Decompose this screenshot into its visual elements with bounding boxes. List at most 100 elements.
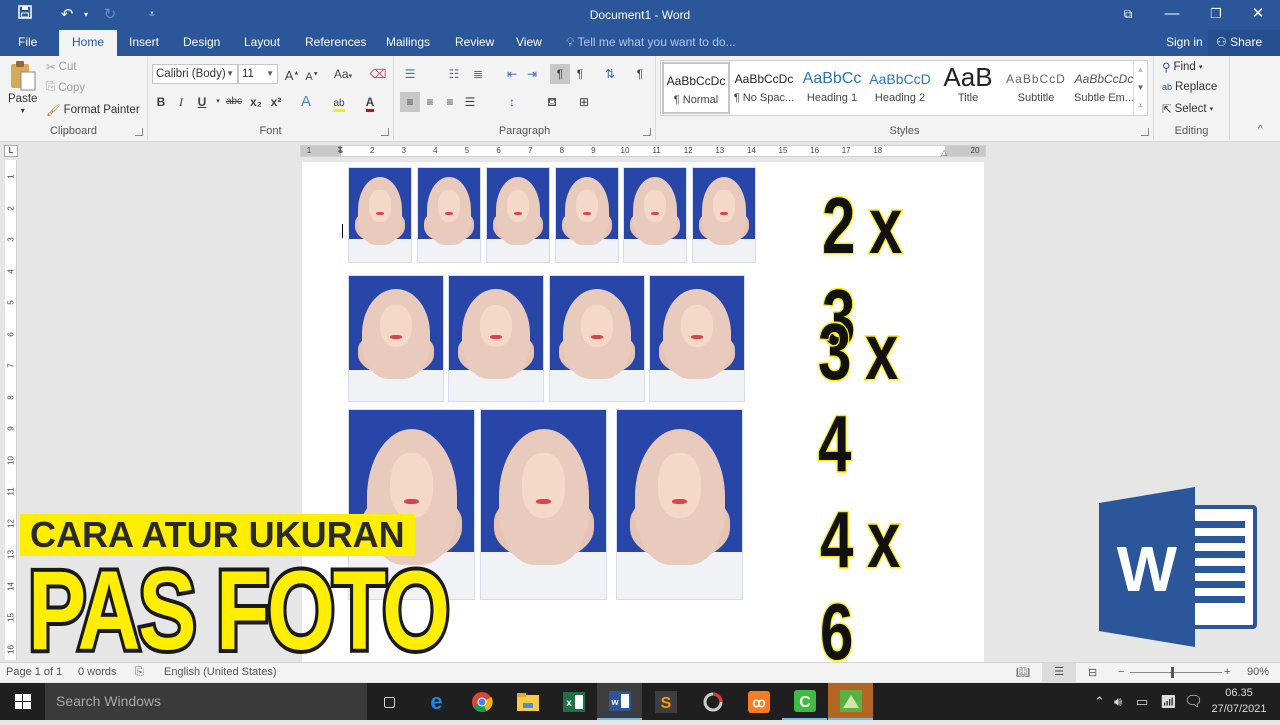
align-right-button[interactable]: ≡: [440, 92, 460, 112]
style-subtitle[interactable]: AaBbCcD Subtitle: [1002, 62, 1070, 114]
start-button[interactable]: [0, 683, 45, 720]
passport-photo[interactable]: [448, 275, 544, 402]
web-layout-icon[interactable]: ⊟: [1088, 666, 1097, 679]
style-heading-2[interactable]: AaBbCcD Heading 2: [866, 62, 934, 114]
shrink-font-button[interactable]: A▼: [302, 64, 322, 84]
davinci-resolve-button[interactable]: [690, 683, 735, 720]
page-count[interactable]: Page 1 of 1: [6, 666, 62, 678]
tab-selector[interactable]: L: [4, 145, 18, 157]
sign-in-link[interactable]: Sign in: [1166, 30, 1203, 54]
tab-insert[interactable]: Insert: [121, 30, 167, 56]
wifi-icon[interactable]: 📶︎: [1160, 683, 1177, 720]
zoom-slider[interactable]: [1130, 672, 1222, 673]
chevron-up-icon[interactable]: ▲: [1134, 61, 1147, 79]
restore-button[interactable]: ❐: [1194, 0, 1238, 30]
grow-font-button[interactable]: A▲: [282, 64, 302, 84]
style-title[interactable]: AaB Title: [934, 62, 1002, 114]
find-button[interactable]: ⚲ Find ▾: [1162, 60, 1202, 74]
vertical-ruler[interactable]: 1 2 3 4 5 6 7 8 9 10 11 12 13 14 15 16: [5, 160, 17, 660]
battery-icon[interactable]: ▭: [1136, 683, 1148, 720]
line-spacing-button[interactable]: ↕: [502, 92, 522, 112]
justify-button[interactable]: ☰: [460, 92, 480, 112]
coreldraw-button[interactable]: [828, 683, 873, 720]
bullets-button[interactable]: ☰: [400, 64, 420, 84]
passport-photo[interactable]: [549, 275, 645, 402]
rtl-button[interactable]: ¶: [570, 64, 590, 84]
passport-photo[interactable]: [623, 167, 687, 263]
tab-view[interactable]: View: [508, 30, 550, 56]
indent-marker-icon[interactable]: ⧗: [337, 144, 343, 155]
zoom-level[interactable]: 90%: [1247, 666, 1269, 678]
replace-button[interactable]: ab Replace: [1162, 81, 1217, 93]
font-color-button[interactable]: A: [360, 92, 380, 112]
clock[interactable]: 06.35 27/07/2021: [1206, 685, 1272, 717]
subscript-button[interactable]: x₂: [246, 92, 266, 112]
task-view-button[interactable]: ▢: [367, 683, 412, 720]
align-left-button[interactable]: ≡: [400, 92, 420, 112]
search-box[interactable]: Search Windows: [45, 683, 367, 720]
strikethrough-button[interactable]: abc: [224, 92, 244, 112]
borders-button[interactable]: ⊞: [574, 92, 594, 112]
style-subtle-emphasis[interactable]: AaBbCcDc Subtle Em...: [1070, 62, 1138, 114]
passport-photo[interactable]: [348, 167, 412, 263]
word-count[interactable]: 0 words: [78, 666, 117, 678]
action-center-icon[interactable]: 🗨︎: [1184, 683, 1203, 720]
paragraph-launcher-icon[interactable]: [643, 128, 651, 136]
tab-design[interactable]: Design: [175, 30, 228, 56]
close-button[interactable]: ✕: [1236, 0, 1280, 30]
bold-button[interactable]: B: [151, 92, 171, 112]
sort-button[interactable]: ⇅: [600, 64, 620, 84]
highlight-button[interactable]: ab: [329, 92, 349, 112]
superscript-button[interactable]: x²: [266, 92, 286, 112]
tab-file[interactable]: File: [10, 30, 45, 56]
file-explorer-button[interactable]: [505, 683, 550, 720]
ltr-button[interactable]: ¶: [550, 64, 570, 84]
zoom-slider-thumb[interactable]: [1170, 667, 1174, 678]
style-normal[interactable]: AaBbCcDc ¶ Normal: [662, 62, 730, 114]
styles-gallery-scroll[interactable]: ▲ ▼ ⩡: [1133, 61, 1147, 115]
language-indicator[interactable]: English (United States): [164, 666, 277, 678]
passport-photo[interactable]: [555, 167, 619, 263]
camtasia-button[interactable]: C: [782, 683, 827, 720]
volume-icon[interactable]: 🔊︎: [1114, 683, 1122, 720]
paste-button[interactable]: Paste ▾: [8, 60, 37, 115]
styles-launcher-icon[interactable]: [1141, 128, 1149, 136]
zoom-in-button[interactable]: +: [1224, 666, 1230, 678]
share-button[interactable]: ⚇ Share: [1208, 30, 1280, 56]
excel-button[interactable]: x: [551, 683, 596, 720]
passport-photo[interactable]: [692, 167, 756, 263]
tab-home[interactable]: Home: [59, 30, 118, 56]
font-name-combo[interactable]: Calibri (Body) ▼: [152, 64, 238, 84]
passport-photo[interactable]: [480, 409, 607, 600]
italic-button[interactable]: I: [171, 92, 191, 112]
format-painter-button[interactable]: 🖌︎ Format Painter: [46, 103, 140, 117]
decrease-indent-button[interactable]: ⇤: [502, 64, 522, 84]
word-button[interactable]: w: [597, 683, 642, 720]
minimize-button[interactable]: —: [1150, 0, 1194, 30]
horizontal-ruler[interactable]: 1 1 2 3 4 5 6 7 8 9 10 11 12 13 14 15 16 17 18 20 ⧗ △: [300, 144, 986, 157]
passport-photo[interactable]: [649, 275, 745, 402]
collapse-ribbon-icon[interactable]: ^: [1258, 124, 1263, 135]
select-button[interactable]: ⇱ Select ▾: [1162, 102, 1213, 116]
tab-mailings[interactable]: Mailings: [378, 30, 438, 56]
chrome-button[interactable]: [459, 683, 504, 720]
passport-photo[interactable]: [417, 167, 481, 263]
tell-me-box[interactable]: 💡︎ Tell me what you want to do...: [566, 30, 736, 54]
xampp-button[interactable]: ꝏ: [736, 683, 781, 720]
zoom-out-button[interactable]: −: [1118, 666, 1124, 678]
cut-button[interactable]: ✂ Cut: [46, 60, 77, 74]
copy-button[interactable]: ⎘ Copy: [46, 81, 85, 94]
numbering-button[interactable]: ☷: [444, 64, 464, 84]
style-heading-1[interactable]: AaBbCc Heading 1: [798, 62, 866, 114]
right-indent-marker-icon[interactable]: △: [941, 148, 947, 157]
shading-button[interactable]: ⛾: [542, 92, 562, 112]
font-size-combo[interactable]: 11 ▼: [238, 64, 278, 84]
tab-layout[interactable]: Layout: [236, 30, 288, 56]
multilevel-list-button[interactable]: ≣: [468, 64, 488, 84]
clear-formatting-button[interactable]: ⌫: [368, 64, 388, 84]
change-case-button[interactable]: Aa▾: [328, 64, 358, 84]
font-launcher-icon[interactable]: [381, 128, 389, 136]
sublime-text-button[interactable]: S: [643, 683, 688, 720]
more-styles-icon[interactable]: ⩡: [1134, 97, 1147, 115]
show-formatting-button[interactable]: ¶: [630, 64, 650, 84]
